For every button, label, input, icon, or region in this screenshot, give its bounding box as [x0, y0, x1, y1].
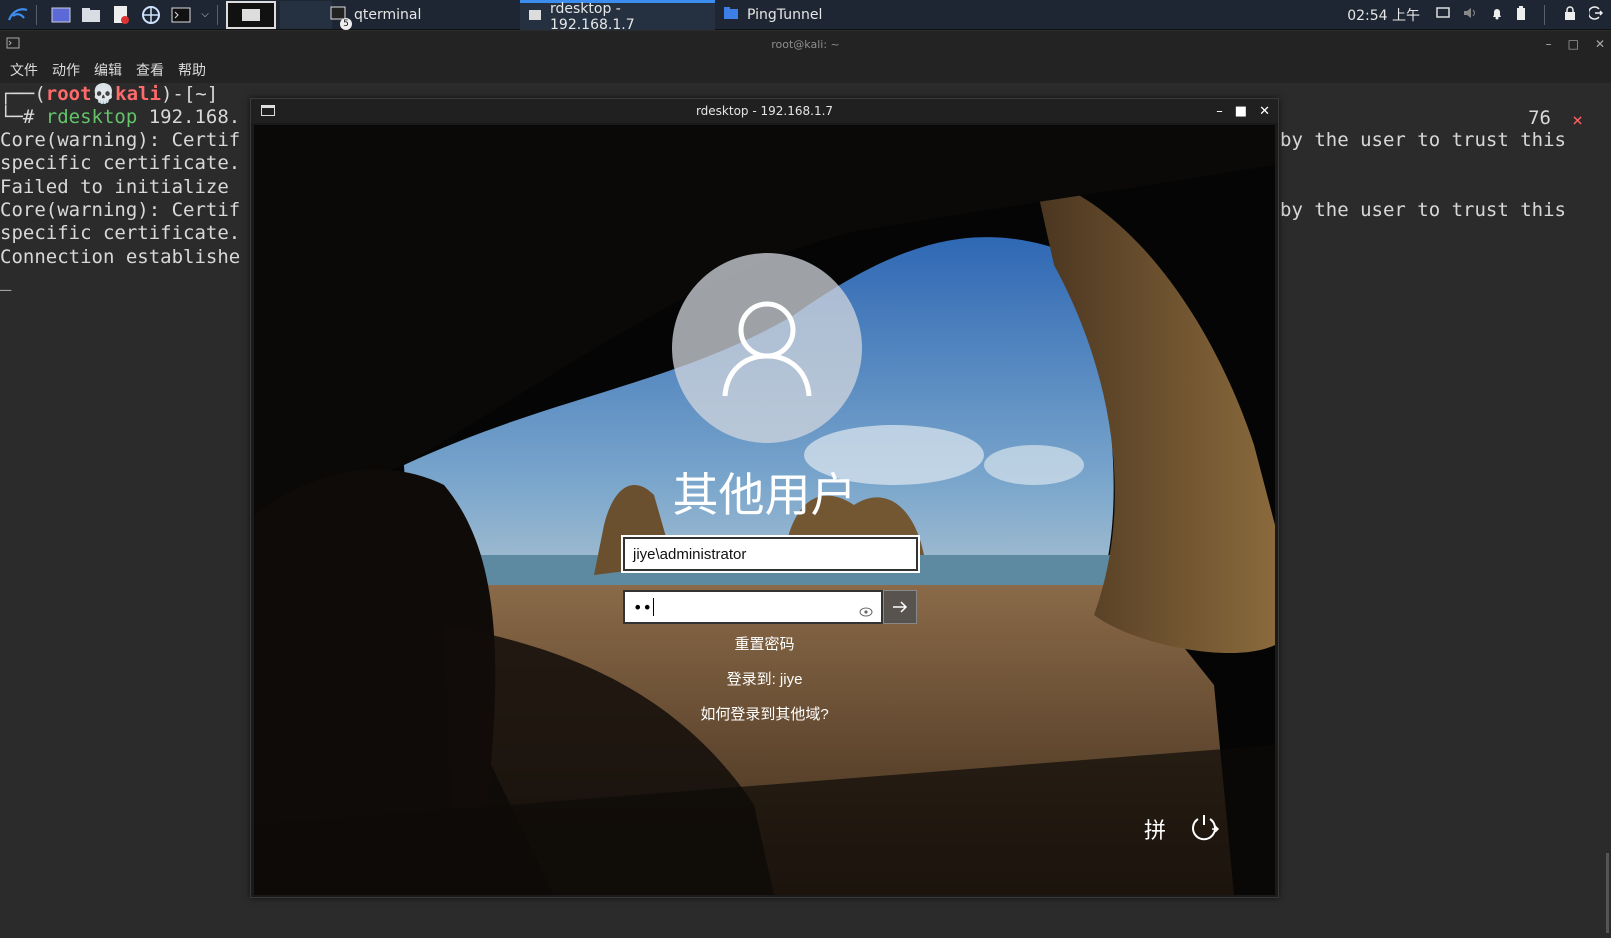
menu-file[interactable]: 文件: [10, 60, 38, 80]
user-icon: [722, 301, 812, 397]
task-label: PingTunnel: [747, 7, 823, 23]
terminal-cursor: _: [0, 269, 12, 291]
task-label: qterminal: [354, 7, 422, 23]
window-icon: [261, 105, 275, 116]
chevron-down-icon[interactable]: ⌵: [199, 3, 211, 27]
prompt-line-1: ┌──(root💀kali)-[~]: [0, 83, 218, 106]
display-icon[interactable]: [1436, 7, 1450, 23]
kali-menu-icon[interactable]: [6, 3, 30, 27]
output-line-right: by the user to trust this: [1280, 129, 1566, 151]
terminal-app-icon: [6, 37, 20, 52]
clock[interactable]: 02:54 上午: [1347, 5, 1420, 25]
file-manager-icon[interactable]: [79, 3, 103, 27]
output-line-right: by the user to trust this: [1280, 199, 1566, 221]
close-icon[interactable]: ✕: [1259, 104, 1270, 119]
arrow-right-icon: [893, 601, 908, 613]
text-editor-icon[interactable]: [109, 3, 133, 27]
terminal-titlebar: root@kali: ~ – □ ✕: [0, 31, 1611, 57]
taskbar: ⌵ 5 qterminal rdesktop - 192.168.1.7 Pin…: [0, 0, 1611, 33]
output-line: Core(warning): Certif: [0, 199, 241, 221]
task-label: rdesktop - 192.168.1.7: [550, 0, 635, 33]
reset-password-link[interactable]: 重置密码: [254, 633, 1275, 654]
maximize-icon[interactable]: □: [1568, 37, 1579, 51]
task-qterminal[interactable]: 5 qterminal: [322, 0, 512, 30]
prompt-args: 192.168.: [137, 106, 241, 128]
scrollbar[interactable]: [1606, 853, 1609, 933]
output-line: Connection establishe: [0, 246, 241, 268]
password-value: ••: [633, 597, 652, 617]
maximize-icon[interactable]: ■: [1235, 104, 1247, 119]
text-cursor: [652, 598, 654, 616]
desktop: ⌵ 5 qterminal rdesktop - 192.168.1.7 Pin…: [0, 0, 1611, 938]
prompt-hash: └─#: [0, 106, 46, 128]
login-user-name: 其他用户: [672, 468, 857, 522]
output-line: specific certificate.: [0, 152, 241, 174]
menu-view[interactable]: 查看: [136, 60, 164, 80]
task-pingtunnel[interactable]: PingTunnel: [715, 0, 905, 30]
prompt-bracket: ┌──(: [0, 83, 46, 105]
prompt-command: rdesktop: [45, 106, 138, 128]
battery-icon[interactable]: [1516, 5, 1526, 25]
window-icon: [528, 9, 542, 25]
web-browser-icon[interactable]: [139, 3, 163, 27]
show-desktop-icon[interactable]: [49, 3, 73, 27]
terminal-title: root@kali: ~: [771, 37, 840, 51]
submit-arrow-button[interactable]: [883, 590, 917, 624]
line-count: 76: [1528, 107, 1551, 129]
rdesktop-titlebar[interactable]: rdesktop - 192.168.1.7 – ■ ✕: [251, 99, 1278, 123]
menu-actions[interactable]: 动作: [52, 60, 80, 80]
output-line: specific certificate.: [0, 222, 241, 244]
taskbar-separator: [36, 4, 37, 25]
menu-help[interactable]: 帮助: [178, 60, 206, 80]
rdesktop-title: rdesktop - 192.168.1.7: [695, 104, 834, 118]
power-icon[interactable]: [1188, 811, 1220, 847]
output-line: Failed to initialize: [0, 176, 229, 198]
rdesktop-window-controls: – ■ ✕: [1216, 99, 1270, 123]
tray-separator: [1544, 5, 1545, 25]
workspace-1-icon[interactable]: [226, 0, 276, 29]
minimize-icon[interactable]: –: [1216, 104, 1223, 119]
sign-in-to-label: 登录到: jiye: [726, 671, 803, 688]
volume-icon[interactable]: [1462, 6, 1478, 24]
remote-login-screen[interactable]: 其他用户 jiye\administrator •• 重置密码 登录到: jiy…: [254, 125, 1275, 895]
password-row: ••: [623, 590, 918, 624]
lock-icon[interactable]: [1563, 6, 1577, 24]
close-icon[interactable]: ✕: [1595, 37, 1605, 51]
terminal-launcher-icon[interactable]: [169, 3, 193, 27]
prompt-line-2: └─# rdesktop 192.168.: [0, 106, 240, 129]
username-field[interactable]: jiye\administrator: [621, 535, 920, 573]
task-rdesktop[interactable]: rdesktop - 192.168.1.7: [520, 0, 715, 33]
close-icon[interactable]: ×: [1572, 109, 1583, 132]
output-line: Core(warning): Certif: [0, 129, 241, 151]
system-tray: 02:54 上午: [1347, 0, 1611, 30]
terminal-icon: 5: [330, 6, 352, 30]
terminal-window-controls: – □ ✕: [1546, 31, 1605, 57]
taskbar-separator: [217, 4, 218, 25]
password-field[interactable]: ••: [623, 590, 883, 624]
reveal-password-icon[interactable]: [859, 602, 873, 621]
other-domain-link[interactable]: 如何登录到其他域?: [254, 703, 1275, 724]
prompt-user: root💀kali: [45, 83, 161, 105]
folder-icon: [723, 6, 739, 24]
notification-bell-icon[interactable]: [1490, 6, 1504, 24]
menu-edit[interactable]: 编辑: [94, 60, 122, 80]
prompt-path: )-[~]: [160, 83, 219, 105]
terminal-menubar: 文件 动作 编辑 查看 帮助: [0, 57, 1611, 83]
task-badge: 5: [340, 18, 352, 30]
minimize-icon[interactable]: –: [1546, 37, 1552, 51]
ime-indicator[interactable]: 拼: [1144, 813, 1166, 845]
logout-icon[interactable]: [1587, 6, 1604, 24]
user-avatar: [672, 253, 862, 443]
rdesktop-window: rdesktop - 192.168.1.7 – ■ ✕ 其他用户 jiye\a…: [250, 98, 1279, 898]
